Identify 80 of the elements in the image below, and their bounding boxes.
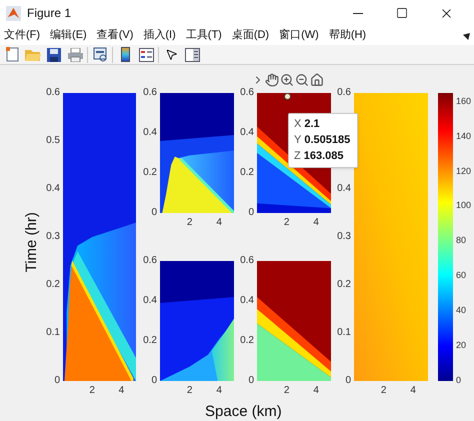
axis-tick-label: 0.3 — [46, 232, 60, 242]
zoom-in-icon[interactable] — [280, 73, 294, 87]
axis-tick-label: 4 — [313, 218, 319, 228]
axis-tick-label: 0 — [248, 208, 254, 218]
menu-item[interactable]: 文件(F) — [4, 27, 40, 44]
axis-tick-label: 0 — [151, 376, 157, 386]
axis-tick-label: 0 — [54, 376, 60, 386]
minimize-icon — [353, 12, 363, 14]
axis-tick-label: 4 — [313, 386, 319, 396]
save-icon[interactable] — [45, 46, 63, 64]
datatip-label: Y — [294, 133, 302, 148]
axis-tick-label: 0.2 — [240, 168, 254, 178]
axis-tick-label: 0.6 — [46, 88, 60, 98]
menu-item[interactable]: 工具(T) — [186, 27, 222, 44]
axis-tick-label: 0.6 — [240, 256, 254, 266]
colorbar-tick-label: 20 — [456, 341, 466, 350]
axis-tick-label: 0.6 — [143, 88, 157, 98]
axis-tick-label: 0.2 — [240, 336, 254, 346]
new-file-icon[interactable] — [3, 46, 21, 64]
home-icon[interactable] — [310, 73, 324, 87]
menu-item[interactable]: 插入(I) — [143, 27, 176, 44]
menu-item[interactable]: 窗口(W) — [279, 27, 319, 44]
axis-tick-label: 0.2 — [143, 336, 157, 346]
axis-tick-label: 0.2 — [46, 280, 60, 290]
axis-tick-label: 0.6 — [240, 88, 254, 98]
axis-tick-label: 0 — [345, 376, 351, 386]
axis-tick-label: 0.2 — [143, 168, 157, 178]
axis-tick-label: 4 — [118, 386, 124, 396]
axis-tick-label: 2 — [284, 386, 290, 396]
colorbar-tick-label: 140 — [456, 132, 472, 141]
axis-tick-label: 4 — [216, 386, 222, 396]
menu-item[interactable]: 查看(V) — [96, 27, 134, 44]
datatip-label: Z — [294, 149, 301, 164]
axis-tick-label: 0.6 — [337, 88, 351, 98]
axis-tick-label: 0.4 — [337, 184, 351, 194]
menu-item[interactable]: 桌面(D) — [232, 27, 270, 44]
axis-tick-label: 0.2 — [337, 280, 351, 290]
colorbar-tick-label: 100 — [456, 201, 472, 210]
print-preview-icon[interactable] — [91, 46, 109, 64]
menu-item[interactable]: 编辑(E) — [50, 27, 87, 44]
axis-tick-label: 0.5 — [46, 136, 60, 146]
maximize-icon — [396, 7, 408, 19]
zoom-out-icon[interactable] — [295, 73, 309, 87]
axis-tick-label: 2 — [186, 218, 192, 228]
colorbar-tick-label: 40 — [456, 306, 466, 316]
colorbar-tick-label: 120 — [456, 166, 472, 176]
axis-tick-label: 4 — [410, 386, 416, 396]
dock-arrow-icon[interactable] — [463, 33, 470, 40]
legend-icon[interactable] — [137, 46, 155, 64]
axis-tick-label: 2 — [89, 386, 95, 396]
datatip-value: 0.505185 — [304, 133, 350, 148]
colorbar-tick-label: 60 — [456, 271, 466, 280]
colorbar-tick-label: 80 — [456, 236, 466, 246]
axis-tick-label: 2 — [186, 386, 192, 396]
axis-tick-label: 0.1 — [337, 328, 351, 338]
axis-tick-label: 0.4 — [143, 128, 157, 138]
y-axis-label: Time (hr) — [22, 211, 41, 274]
axis-tick-label: 0.4 — [240, 296, 254, 306]
axis-tick-label: 4 — [216, 218, 222, 228]
axis-tick-label: 0.1 — [46, 328, 60, 338]
colorbar-tick-label: 0 — [456, 376, 462, 385]
datatip-value: 2.1 — [304, 117, 320, 132]
axis-tick-label: 0.4 — [46, 184, 60, 194]
axis-tick-label: 0.3 — [337, 232, 351, 242]
x-axis-label: Space (km) — [205, 402, 282, 421]
axis-tick-label: 0 — [248, 376, 254, 386]
datatip-label: X — [294, 117, 302, 132]
axis-tick-label: 2 — [284, 218, 290, 228]
app-logo-icon — [6, 6, 21, 20]
menu-item[interactable]: 帮助(H) — [328, 27, 366, 44]
colorbar-tick-label: 160 — [456, 96, 472, 106]
axis-tick-label: 0.6 — [143, 256, 157, 266]
axis-tick-label: 0.4 — [240, 128, 254, 138]
datatip-value: 163.085 — [304, 149, 344, 164]
pan-hand-icon[interactable] — [265, 73, 279, 87]
axis-tick-label: 0.4 — [143, 296, 157, 306]
window-title: Figure 1 — [27, 5, 72, 22]
axis-tick-label: 0 — [151, 208, 157, 218]
axis-tick-label: 2 — [380, 386, 386, 396]
property-panel-icon[interactable] — [183, 46, 201, 64]
